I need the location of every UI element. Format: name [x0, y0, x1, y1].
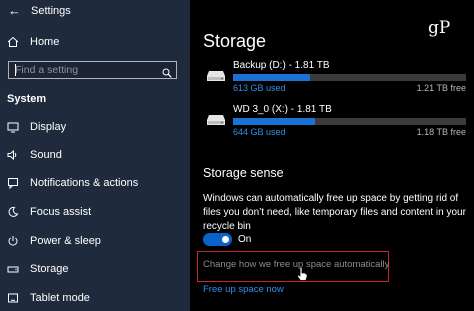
home-nav-item[interactable]: Home: [7, 36, 59, 48]
hard-drive-icon: [206, 69, 226, 87]
power-icon: [7, 235, 19, 247]
storage-sense-heading: Storage sense: [203, 166, 284, 180]
storage-sense-toggle[interactable]: [203, 233, 232, 246]
toggle-knob: [222, 236, 229, 243]
window-title: Settings: [31, 4, 71, 17]
moon-icon: [7, 206, 19, 218]
search-input[interactable]: [11, 62, 163, 78]
monitor-icon: [7, 121, 19, 133]
sidebar-item-label: Tablet mode: [30, 292, 90, 304]
sidebar-item-sound[interactable]: Sound: [7, 149, 62, 161]
used-space: 613 GB used: [233, 83, 286, 93]
free-space: 1.21 TB free: [416, 83, 466, 93]
home-label: Home: [30, 36, 60, 48]
search-box[interactable]: [8, 61, 177, 79]
hard-drive-icon: [206, 113, 226, 131]
used-space: 644 GB used: [233, 127, 286, 137]
hand-cursor-icon: [296, 266, 308, 287]
storage-drive-icon: [7, 263, 19, 275]
sidebar-item-storage[interactable]: Storage: [7, 263, 69, 275]
section-heading: System: [7, 93, 47, 105]
free-up-space-link[interactable]: Free up space now: [203, 284, 284, 295]
storage-sense-description: Windows can automatically free up space …: [203, 193, 466, 232]
usage-bar: [233, 118, 466, 125]
usage-bar-fill: [233, 118, 315, 125]
usage-bar: [233, 74, 466, 81]
title-bar: ← Settings: [8, 4, 71, 17]
sidebar-item-display[interactable]: Display: [7, 121, 66, 133]
page-title: Storage: [203, 31, 267, 51]
usage-bar-fill: [233, 74, 310, 81]
drive-name: Backup (D:) - 1.81 TB: [233, 60, 330, 71]
sidebar-item-focus-assist[interactable]: Focus assist: [7, 206, 91, 218]
drive-name: WD 3_0 (X:) - 1.81 TB: [233, 104, 332, 115]
main-content: Storage Backup (D:) - 1.81 TB 613 GB use…: [190, 0, 474, 311]
toggle-state-label: On: [238, 234, 252, 245]
sidebar-item-tablet-mode[interactable]: Tablet mode: [7, 292, 90, 304]
notifications-icon: [7, 177, 19, 189]
sidebar-item-label: Storage: [30, 263, 69, 275]
sidebar-item-label: Display: [30, 121, 67, 133]
speaker-icon: [7, 149, 19, 161]
sidebar-item-label: Sound: [30, 149, 62, 161]
sidebar-item-label: Power & sleep: [30, 235, 101, 247]
free-space: 1.18 TB free: [416, 127, 466, 137]
sidebar-item-label: Focus assist: [30, 206, 92, 218]
sidebar-item-label: Notifications & actions: [30, 177, 139, 189]
tablet-icon: [7, 292, 19, 304]
sidebar-item-power-sleep[interactable]: Power & sleep: [7, 235, 101, 247]
home-icon: [7, 36, 19, 48]
sidebar-item-notifications[interactable]: Notifications & actions: [7, 177, 138, 189]
watermark-logo: gP: [428, 18, 451, 38]
back-arrow-icon[interactable]: ←: [8, 4, 21, 17]
search-icon[interactable]: [162, 65, 172, 83]
sidebar: ← Settings Home System Display Sound Not…: [0, 0, 190, 311]
